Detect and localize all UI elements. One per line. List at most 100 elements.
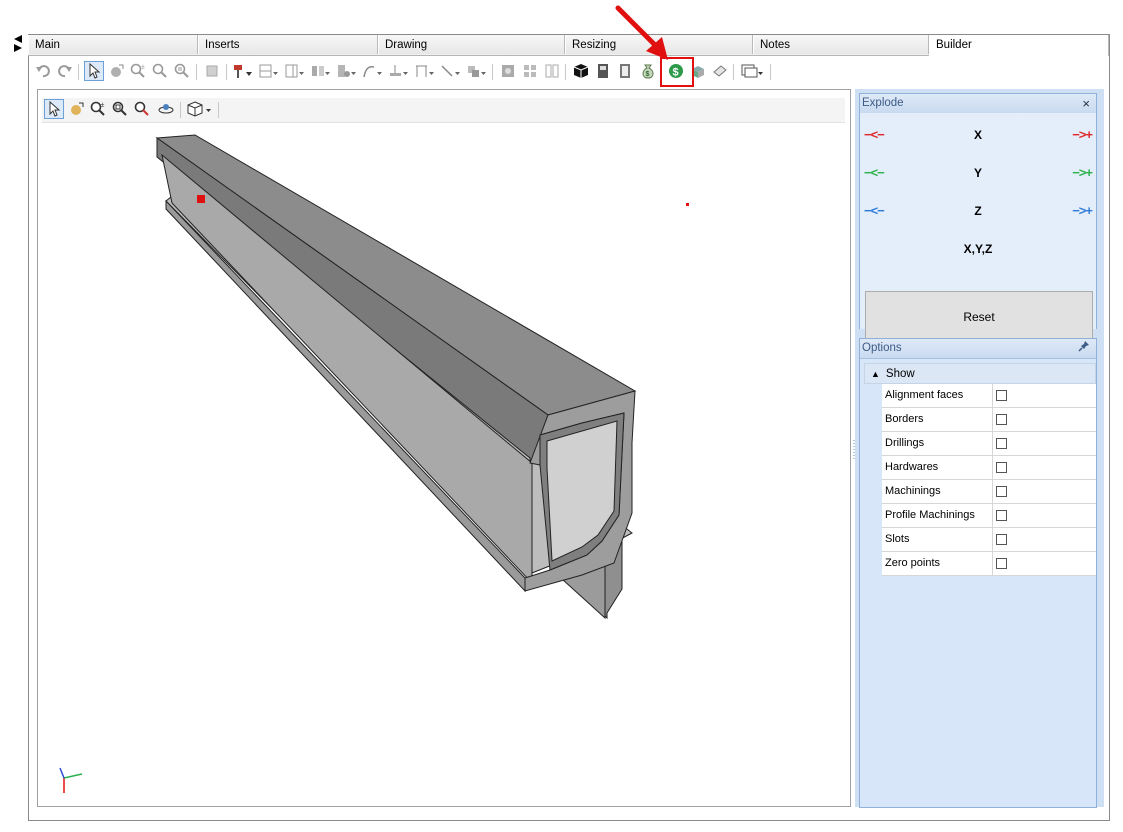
option-checkbox[interactable] bbox=[996, 510, 1007, 521]
group-show[interactable]: ▲ Show bbox=[864, 363, 1096, 384]
panel-icon[interactable] bbox=[258, 61, 278, 81]
toolbar-separator bbox=[565, 64, 566, 80]
measure-icon[interactable] bbox=[388, 61, 408, 81]
tab-label: Drawing bbox=[385, 39, 428, 51]
explode-y-plus-icon[interactable]: −>+ bbox=[1072, 165, 1093, 180]
panel-splitter[interactable] bbox=[852, 440, 856, 460]
tab-drawing[interactable]: Drawing bbox=[378, 35, 565, 54]
zoom-window-icon[interactable] bbox=[150, 61, 170, 81]
axis-row-z: −<− Z −>+ bbox=[860, 201, 1096, 221]
red-marker bbox=[197, 195, 205, 203]
toolbar-separator bbox=[226, 64, 227, 80]
explode-z-plus-icon[interactable]: −>+ bbox=[1072, 203, 1093, 218]
pin-icon[interactable] bbox=[1078, 340, 1090, 359]
toolbar-separator bbox=[770, 64, 771, 80]
toolbar-separator bbox=[180, 102, 181, 118]
zoom-extents-icon[interactable] bbox=[132, 99, 152, 119]
toolbar-separator bbox=[733, 64, 734, 80]
option-row: Slots bbox=[882, 528, 1096, 552]
explode-body: −<− X −>+ −<− Y −>+ −<− Z −>+ X,Y,Z Rese… bbox=[860, 113, 1096, 343]
drill-icon[interactable] bbox=[232, 61, 252, 81]
axis-row-y: −<− Y −>+ bbox=[860, 163, 1096, 183]
axis-label: Z bbox=[974, 204, 982, 218]
option-label: Zero points bbox=[882, 552, 993, 575]
svg-text:±: ± bbox=[141, 64, 145, 71]
option-checkbox[interactable] bbox=[996, 438, 1007, 449]
option-checkbox[interactable] bbox=[996, 390, 1007, 401]
red-marker bbox=[686, 203, 689, 206]
option-checkbox[interactable] bbox=[996, 414, 1007, 425]
option-label: Hardwares bbox=[882, 456, 993, 479]
svg-text:$: $ bbox=[646, 71, 650, 78]
tab-label: Main bbox=[35, 39, 60, 51]
option-label: Borders bbox=[882, 408, 993, 431]
tab-scroll-left-icon[interactable] bbox=[13, 34, 25, 52]
split-icon[interactable] bbox=[542, 61, 562, 81]
undo-icon[interactable] bbox=[33, 61, 53, 81]
view-cube-icon[interactable] bbox=[186, 99, 214, 119]
toolbar-separator bbox=[196, 64, 197, 80]
toolbar-separator bbox=[492, 64, 493, 80]
redo-icon[interactable] bbox=[55, 61, 75, 81]
select-icon[interactable] bbox=[44, 99, 64, 119]
axis-label: X bbox=[973, 128, 982, 142]
annotation-arrow-icon bbox=[615, 5, 668, 60]
toolbar-separator bbox=[218, 102, 219, 118]
line-icon[interactable] bbox=[440, 61, 460, 81]
profile-icon[interactable] bbox=[336, 61, 356, 81]
explode-header: Explode × bbox=[860, 94, 1096, 114]
tab-main[interactable]: Main bbox=[28, 35, 198, 54]
builder-toolbar: ± $ $ bbox=[30, 58, 1105, 86]
option-row: Borders bbox=[882, 408, 1096, 432]
curve-icon[interactable] bbox=[362, 61, 382, 81]
option-label: Slots bbox=[882, 528, 993, 551]
toolbar-separator bbox=[78, 64, 79, 80]
options-property-grid: ▲ Show Alignment faces Borders Drillings … bbox=[864, 363, 1096, 576]
explode-x-plus-icon[interactable]: −>+ bbox=[1072, 127, 1093, 142]
tab-label: Builder bbox=[936, 39, 972, 51]
reset-button[interactable]: Reset bbox=[865, 291, 1093, 343]
edges-icon[interactable] bbox=[710, 61, 730, 81]
option-checkbox[interactable] bbox=[996, 534, 1007, 545]
zoom-extents-icon[interactable] bbox=[172, 61, 192, 81]
tab-label: Notes bbox=[760, 39, 791, 51]
option-row: Zero points bbox=[882, 552, 1096, 576]
option-checkbox[interactable] bbox=[996, 486, 1007, 497]
tab-notes[interactable]: Notes bbox=[753, 35, 929, 54]
zoom-icon[interactable]: ± bbox=[88, 99, 108, 119]
ribbon-tabs: Main Inserts Drawing Resizing Notes Buil… bbox=[28, 35, 1109, 56]
option-label: Alignment faces bbox=[882, 384, 993, 407]
zoom-icon[interactable]: ± bbox=[128, 61, 148, 81]
close-icon[interactable]: × bbox=[1082, 94, 1090, 113]
option-label: Machinings bbox=[882, 480, 993, 503]
grid-icon[interactable] bbox=[520, 61, 540, 81]
zoom-window-icon[interactable] bbox=[110, 99, 130, 119]
render-icon[interactable] bbox=[498, 61, 518, 81]
options-header: Options bbox=[860, 339, 1096, 359]
align-icon[interactable] bbox=[466, 61, 486, 81]
collapse-chevron-icon[interactable]: ▲ bbox=[871, 369, 880, 379]
select-icon[interactable] bbox=[84, 61, 104, 81]
cube-solid-icon[interactable] bbox=[571, 61, 591, 81]
option-checkbox[interactable] bbox=[996, 462, 1007, 473]
explode-panel: Explode × −<− X −>+ −<− Y −>+ −<− Z −>+ … bbox=[859, 93, 1097, 343]
pan-icon[interactable] bbox=[66, 99, 86, 119]
option-row: Machinings bbox=[882, 480, 1096, 504]
window-icon[interactable] bbox=[739, 61, 765, 81]
tab-scroll-arrows[interactable] bbox=[13, 34, 25, 52]
option-checkbox[interactable] bbox=[996, 558, 1007, 569]
copy-icon[interactable] bbox=[202, 61, 222, 81]
pan-icon[interactable] bbox=[106, 61, 126, 81]
panel-gripper[interactable] bbox=[966, 330, 988, 340]
axis-row-xyz[interactable]: X,Y,Z bbox=[860, 239, 1096, 259]
options-panel: Options ▲ Show Alignment faces Borders Dr… bbox=[859, 338, 1097, 808]
rotate-icon[interactable] bbox=[156, 99, 176, 119]
tab-inserts[interactable]: Inserts bbox=[198, 35, 378, 54]
xyz-label[interactable]: X,Y,Z bbox=[860, 242, 1096, 256]
dimension-icon[interactable] bbox=[414, 61, 434, 81]
profile-3d-model[interactable] bbox=[42, 123, 842, 803]
hardware-icon[interactable] bbox=[310, 61, 330, 81]
tab-builder[interactable]: Builder bbox=[929, 35, 1109, 56]
axis-indicator-icon bbox=[59, 767, 83, 793]
door-icon[interactable] bbox=[284, 61, 304, 81]
